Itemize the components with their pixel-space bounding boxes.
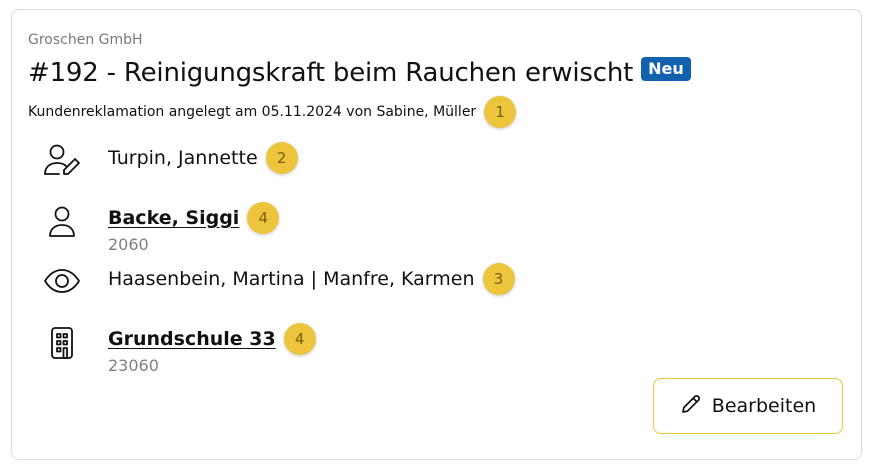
watchers-names: Haasenbein, Martina | Manfre, Karmen [108,268,475,290]
complaint-card: Groschen GmbH #192 - Reinigungskraft bei… [11,9,862,460]
location-code: 23060 [108,356,159,375]
edit-button-label: Bearbeiten [711,395,817,417]
title-row: #192 - Reinigungskraft beim Rauchen erwi… [28,57,691,88]
pencil-icon [680,393,702,419]
editor-field: Turpin, Jannette 2 [108,142,298,174]
contact-field: Backe, Siggi 4 [108,202,280,234]
location-field: Grundschule 33 4 [108,323,316,355]
contact-code: 2060 [108,235,149,254]
annotation-marker: 4 [283,323,316,355]
company-name: Groschen GmbH [28,32,143,48]
annotation-marker: 1 [484,96,517,128]
annotation-marker: 3 [482,263,515,295]
building-icon [42,323,82,363]
subtitle-row: Kundenreklamation angelegt am 05.11.2024… [28,96,517,128]
user-icon [42,202,82,242]
user-edit-icon [42,140,82,180]
annotation-marker: 2 [265,142,298,174]
annotation-marker: 4 [247,202,280,234]
watchers-field: Haasenbein, Martina | Manfre, Karmen 3 [108,263,515,295]
edit-button[interactable]: Bearbeiten [653,378,843,434]
page-title: #192 - Reinigungskraft beim Rauchen erwi… [28,58,634,88]
editor-name: Turpin, Jannette [108,147,258,169]
status-badge: Neu [641,57,691,81]
eye-icon [42,261,82,301]
contact-link[interactable]: Backe, Siggi [108,207,239,229]
location-link[interactable]: Grundschule 33 [108,328,276,350]
subtitle: Kundenreklamation angelegt am 05.11.2024… [28,104,477,120]
